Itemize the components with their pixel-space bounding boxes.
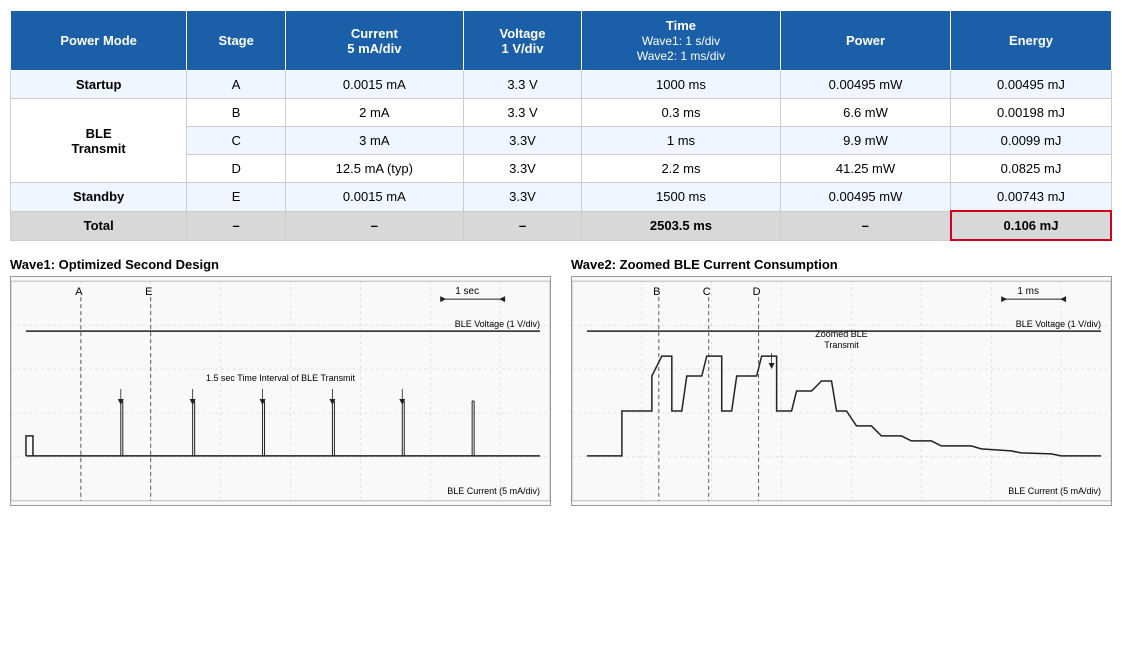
cell-voltage-total: – — [463, 211, 582, 240]
wave2-marker-b: B — [653, 286, 660, 298]
cell-mode: Startup — [11, 71, 187, 99]
col-header-stage: Stage — [187, 11, 286, 71]
wave1-annotation: 1.5 sec Time Interval of BLE Transmit — [206, 373, 356, 383]
cell-time: 1 ms — [582, 127, 780, 155]
wave1-marker-e: E — [145, 286, 152, 298]
cell-stage: C — [187, 127, 286, 155]
table-row: BLETransmit B 2 mA 3.3 V 0.3 ms 6.6 mW 0… — [11, 99, 1112, 127]
cell-time-total: 2503.5 ms — [582, 211, 780, 240]
cell-current: 2 mA — [286, 99, 464, 127]
cell-stage: E — [187, 183, 286, 212]
table-row-total: Total – – – 2503.5 ms – 0.106 mJ — [11, 211, 1112, 240]
wave2-marker-d: D — [753, 286, 761, 298]
col-header-energy: Energy — [951, 11, 1111, 71]
cell-energy: 0.0099 mJ — [951, 127, 1111, 155]
table-row: Startup A 0.0015 mA 3.3 V 1000 ms 0.0049… — [11, 71, 1112, 99]
cell-current: 0.0015 mA — [286, 183, 464, 212]
cell-voltage: 3.3V — [463, 183, 582, 212]
wave1-svg: A E 1 sec 1.5 sec Time Interval of BLE T… — [11, 277, 550, 505]
cell-time: 1500 ms — [582, 183, 780, 212]
wave2-title: Wave2: Zoomed BLE Current Consumption — [571, 257, 1112, 272]
wave2-annotation-line2: Transmit — [824, 340, 859, 350]
cell-voltage: 3.3V — [463, 127, 582, 155]
table-row: Standby E 0.0015 mA 3.3V 1500 ms 0.00495… — [11, 183, 1112, 212]
cell-voltage: 3.3V — [463, 155, 582, 183]
wave1-voltage-label: BLE Voltage (1 V/div) — [455, 319, 540, 329]
cell-time: 2.2 ms — [582, 155, 780, 183]
cell-stage: B — [187, 99, 286, 127]
cell-time: 1000 ms — [582, 71, 780, 99]
wave2-svg: B C D 1 ms Zoomed BLE Transmit BLE Volta… — [572, 277, 1111, 505]
cell-time: 0.3 ms — [582, 99, 780, 127]
wave2-time-label: 1 ms — [1017, 286, 1039, 297]
wave2-panel: Wave2: Zoomed BLE Current Consumption — [571, 257, 1112, 506]
wave2-display: B C D 1 ms Zoomed BLE Transmit BLE Volta… — [571, 276, 1112, 506]
wave2-annotation-line1: Zoomed BLE — [815, 329, 867, 339]
cell-stage: D — [187, 155, 286, 183]
cell-power: 9.9 mW — [780, 127, 951, 155]
power-data-table: Power Mode Stage Current5 mA/div Voltage… — [10, 10, 1112, 241]
cell-energy: 0.00743 mJ — [951, 183, 1111, 212]
cell-mode: Standby — [11, 183, 187, 212]
wave1-display: A E 1 sec 1.5 sec Time Interval of BLE T… — [10, 276, 551, 506]
cell-stage-total: – — [187, 211, 286, 240]
col-header-current: Current5 mA/div — [286, 11, 464, 71]
cell-current: 0.0015 mA — [286, 71, 464, 99]
wave1-time-label: 1 sec — [455, 286, 479, 297]
wave2-voltage-label: BLE Voltage (1 V/div) — [1016, 319, 1101, 329]
wave1-current-label: BLE Current (5 mA/div) — [447, 486, 540, 496]
col-header-time: TimeWave1: 1 s/divWave2: 1 ms/div — [582, 11, 780, 71]
cell-energy: 0.0825 mJ — [951, 155, 1111, 183]
wave1-marker-a: A — [75, 286, 83, 298]
cell-power: 6.6 mW — [780, 99, 951, 127]
cell-mode-ble: BLETransmit — [11, 99, 187, 183]
wave1-panel: Wave1: Optimized Second Design — [10, 257, 551, 506]
cell-energy: 0.00198 mJ — [951, 99, 1111, 127]
col-header-power: Power — [780, 11, 951, 71]
cell-power: 0.00495 mW — [780, 71, 951, 99]
cell-energy-total: 0.106 mJ — [951, 211, 1111, 240]
col-header-power-mode: Power Mode — [11, 11, 187, 71]
cell-mode-total: Total — [11, 211, 187, 240]
wave1-title: Wave1: Optimized Second Design — [10, 257, 551, 272]
wave2-marker-c: C — [703, 286, 711, 298]
cell-voltage: 3.3 V — [463, 99, 582, 127]
cell-power: 41.25 mW — [780, 155, 951, 183]
cell-current: 12.5 mA (typ) — [286, 155, 464, 183]
waveforms-section: Wave1: Optimized Second Design — [10, 257, 1112, 506]
cell-current-total: – — [286, 211, 464, 240]
cell-voltage: 3.3 V — [463, 71, 582, 99]
wave2-current-label: BLE Current (5 mA/div) — [1008, 486, 1101, 496]
col-header-voltage: Voltage1 V/div — [463, 11, 582, 71]
cell-power-total: – — [780, 211, 951, 240]
cell-stage: A — [187, 71, 286, 99]
cell-energy: 0.00495 mJ — [951, 71, 1111, 99]
cell-current: 3 mA — [286, 127, 464, 155]
cell-power: 0.00495 mW — [780, 183, 951, 212]
